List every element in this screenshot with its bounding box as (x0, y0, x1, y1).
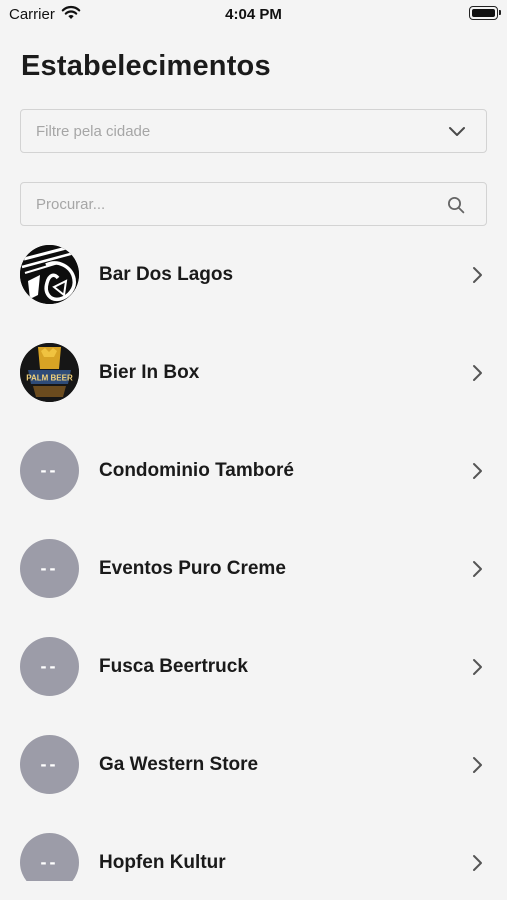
establishment-name: Fusca Beertruck (99, 656, 248, 677)
avatar-text: PALM BEER (26, 374, 73, 383)
city-filter-dropdown[interactable]: Filtre pela cidade (20, 109, 487, 153)
establishment-name: Hopfen Kultur (99, 852, 226, 873)
chevron-right-icon (473, 561, 482, 577)
battery-icon (469, 6, 501, 20)
avatar: -- (20, 735, 79, 794)
avatar (20, 245, 79, 304)
chevron-right-icon (473, 757, 482, 773)
list-item[interactable]: -- Condominio Tamboré (0, 422, 507, 520)
chevron-right-icon (473, 855, 482, 871)
bar-dos-lagos-logo (20, 245, 79, 304)
establishments-list: Bar Dos Lagos PALM BEER Bier In Box -- C… (0, 226, 507, 881)
avatar: -- (20, 539, 79, 598)
establishment-name: Bar Dos Lagos (99, 264, 234, 285)
list-item[interactable]: PALM BEER Bier In Box (0, 324, 507, 422)
chevron-right-icon (473, 659, 482, 675)
page-title: Estabelecimentos (21, 50, 271, 82)
list-item[interactable]: -- Ga Western Store (0, 716, 507, 814)
list-item[interactable]: -- Fusca Beertruck (0, 618, 507, 716)
palm-beer-logo: PALM BEER (20, 343, 79, 402)
establishment-name: Condominio Tamboré (99, 460, 294, 481)
chevron-right-icon (473, 365, 482, 381)
search-placeholder: Procurar... (36, 196, 106, 213)
avatar: -- (20, 637, 79, 696)
status-bar: Carrier 4:04 PM (0, 0, 507, 28)
clock: 4:04 PM (225, 6, 282, 23)
search-icon[interactable] (447, 196, 465, 214)
chevron-right-icon (473, 463, 482, 479)
establishment-name: Eventos Puro Creme (99, 558, 286, 579)
avatar: -- (20, 833, 79, 881)
city-filter-placeholder: Filtre pela cidade (36, 123, 151, 140)
chevron-down-icon[interactable] (448, 124, 466, 138)
search-input[interactable]: Procurar... (20, 182, 487, 226)
avatar: -- (20, 441, 79, 500)
list-item[interactable]: Bar Dos Lagos (0, 226, 507, 324)
establishment-name: Ga Western Store (99, 754, 259, 775)
list-item[interactable]: -- Hopfen Kultur (0, 814, 507, 881)
avatar: PALM BEER (20, 343, 79, 402)
chevron-right-icon (473, 267, 482, 283)
list-item[interactable]: -- Eventos Puro Creme (0, 520, 507, 618)
establishment-name: Bier In Box (99, 362, 200, 383)
